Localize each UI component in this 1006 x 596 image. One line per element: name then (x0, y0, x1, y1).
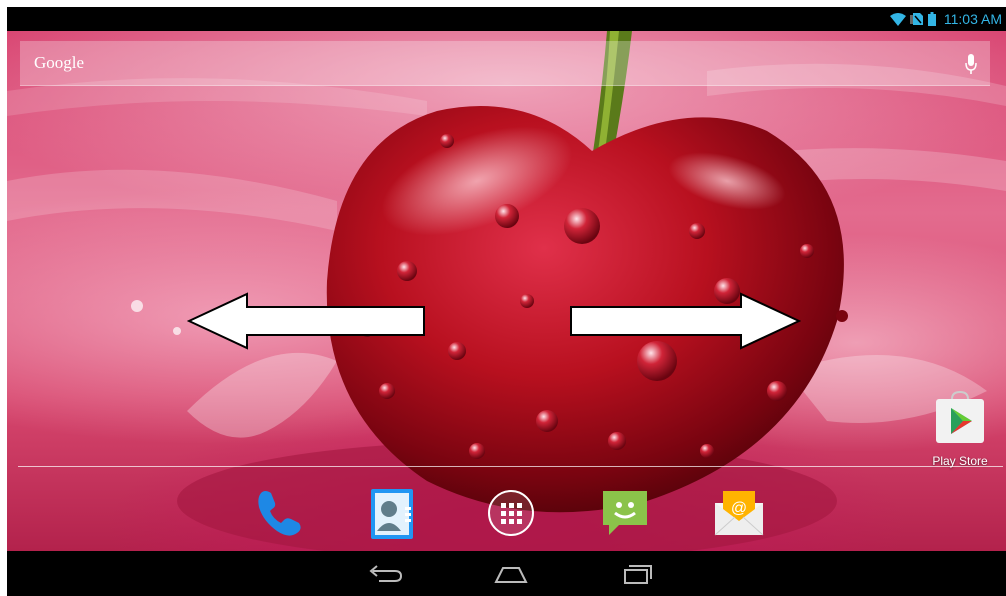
no-sim-icon (910, 13, 923, 25)
tablet-screen: 11:03 AM Google Play Store @ (0, 0, 1006, 596)
battery-icon (928, 12, 936, 26)
back-icon[interactable] (365, 563, 405, 585)
cherry-wallpaper-image (7, 31, 1006, 551)
contacts-icon[interactable] (365, 485, 421, 541)
home-icon[interactable] (491, 563, 531, 585)
play-store-icon (936, 390, 984, 443)
status-bar: 11:03 AM (7, 7, 1006, 31)
search-label: Google (34, 53, 85, 72)
device-frame: 11:03 AM Google Play Store @ (7, 7, 1006, 596)
recent-apps-icon[interactable] (617, 563, 657, 585)
navigation-bar (7, 551, 1006, 596)
status-icons (890, 12, 936, 26)
google-search-bar[interactable]: Google (20, 41, 990, 86)
play-store-app[interactable]: Play Store (925, 390, 995, 468)
clock: 11:03 AM (943, 11, 1002, 27)
wallpaper (7, 31, 1006, 551)
wifi-icon (890, 12, 906, 26)
dock-divider (18, 466, 1003, 467)
arrow-left-icon (187, 292, 425, 350)
microphone-icon[interactable] (964, 53, 978, 75)
app-drawer-icon[interactable] (483, 485, 539, 541)
messaging-icon[interactable] (597, 485, 653, 541)
email-icon[interactable]: @ (711, 485, 767, 541)
arrow-right-icon (570, 292, 801, 350)
phone-icon[interactable] (251, 485, 307, 541)
svg-text:@: @ (731, 500, 747, 517)
